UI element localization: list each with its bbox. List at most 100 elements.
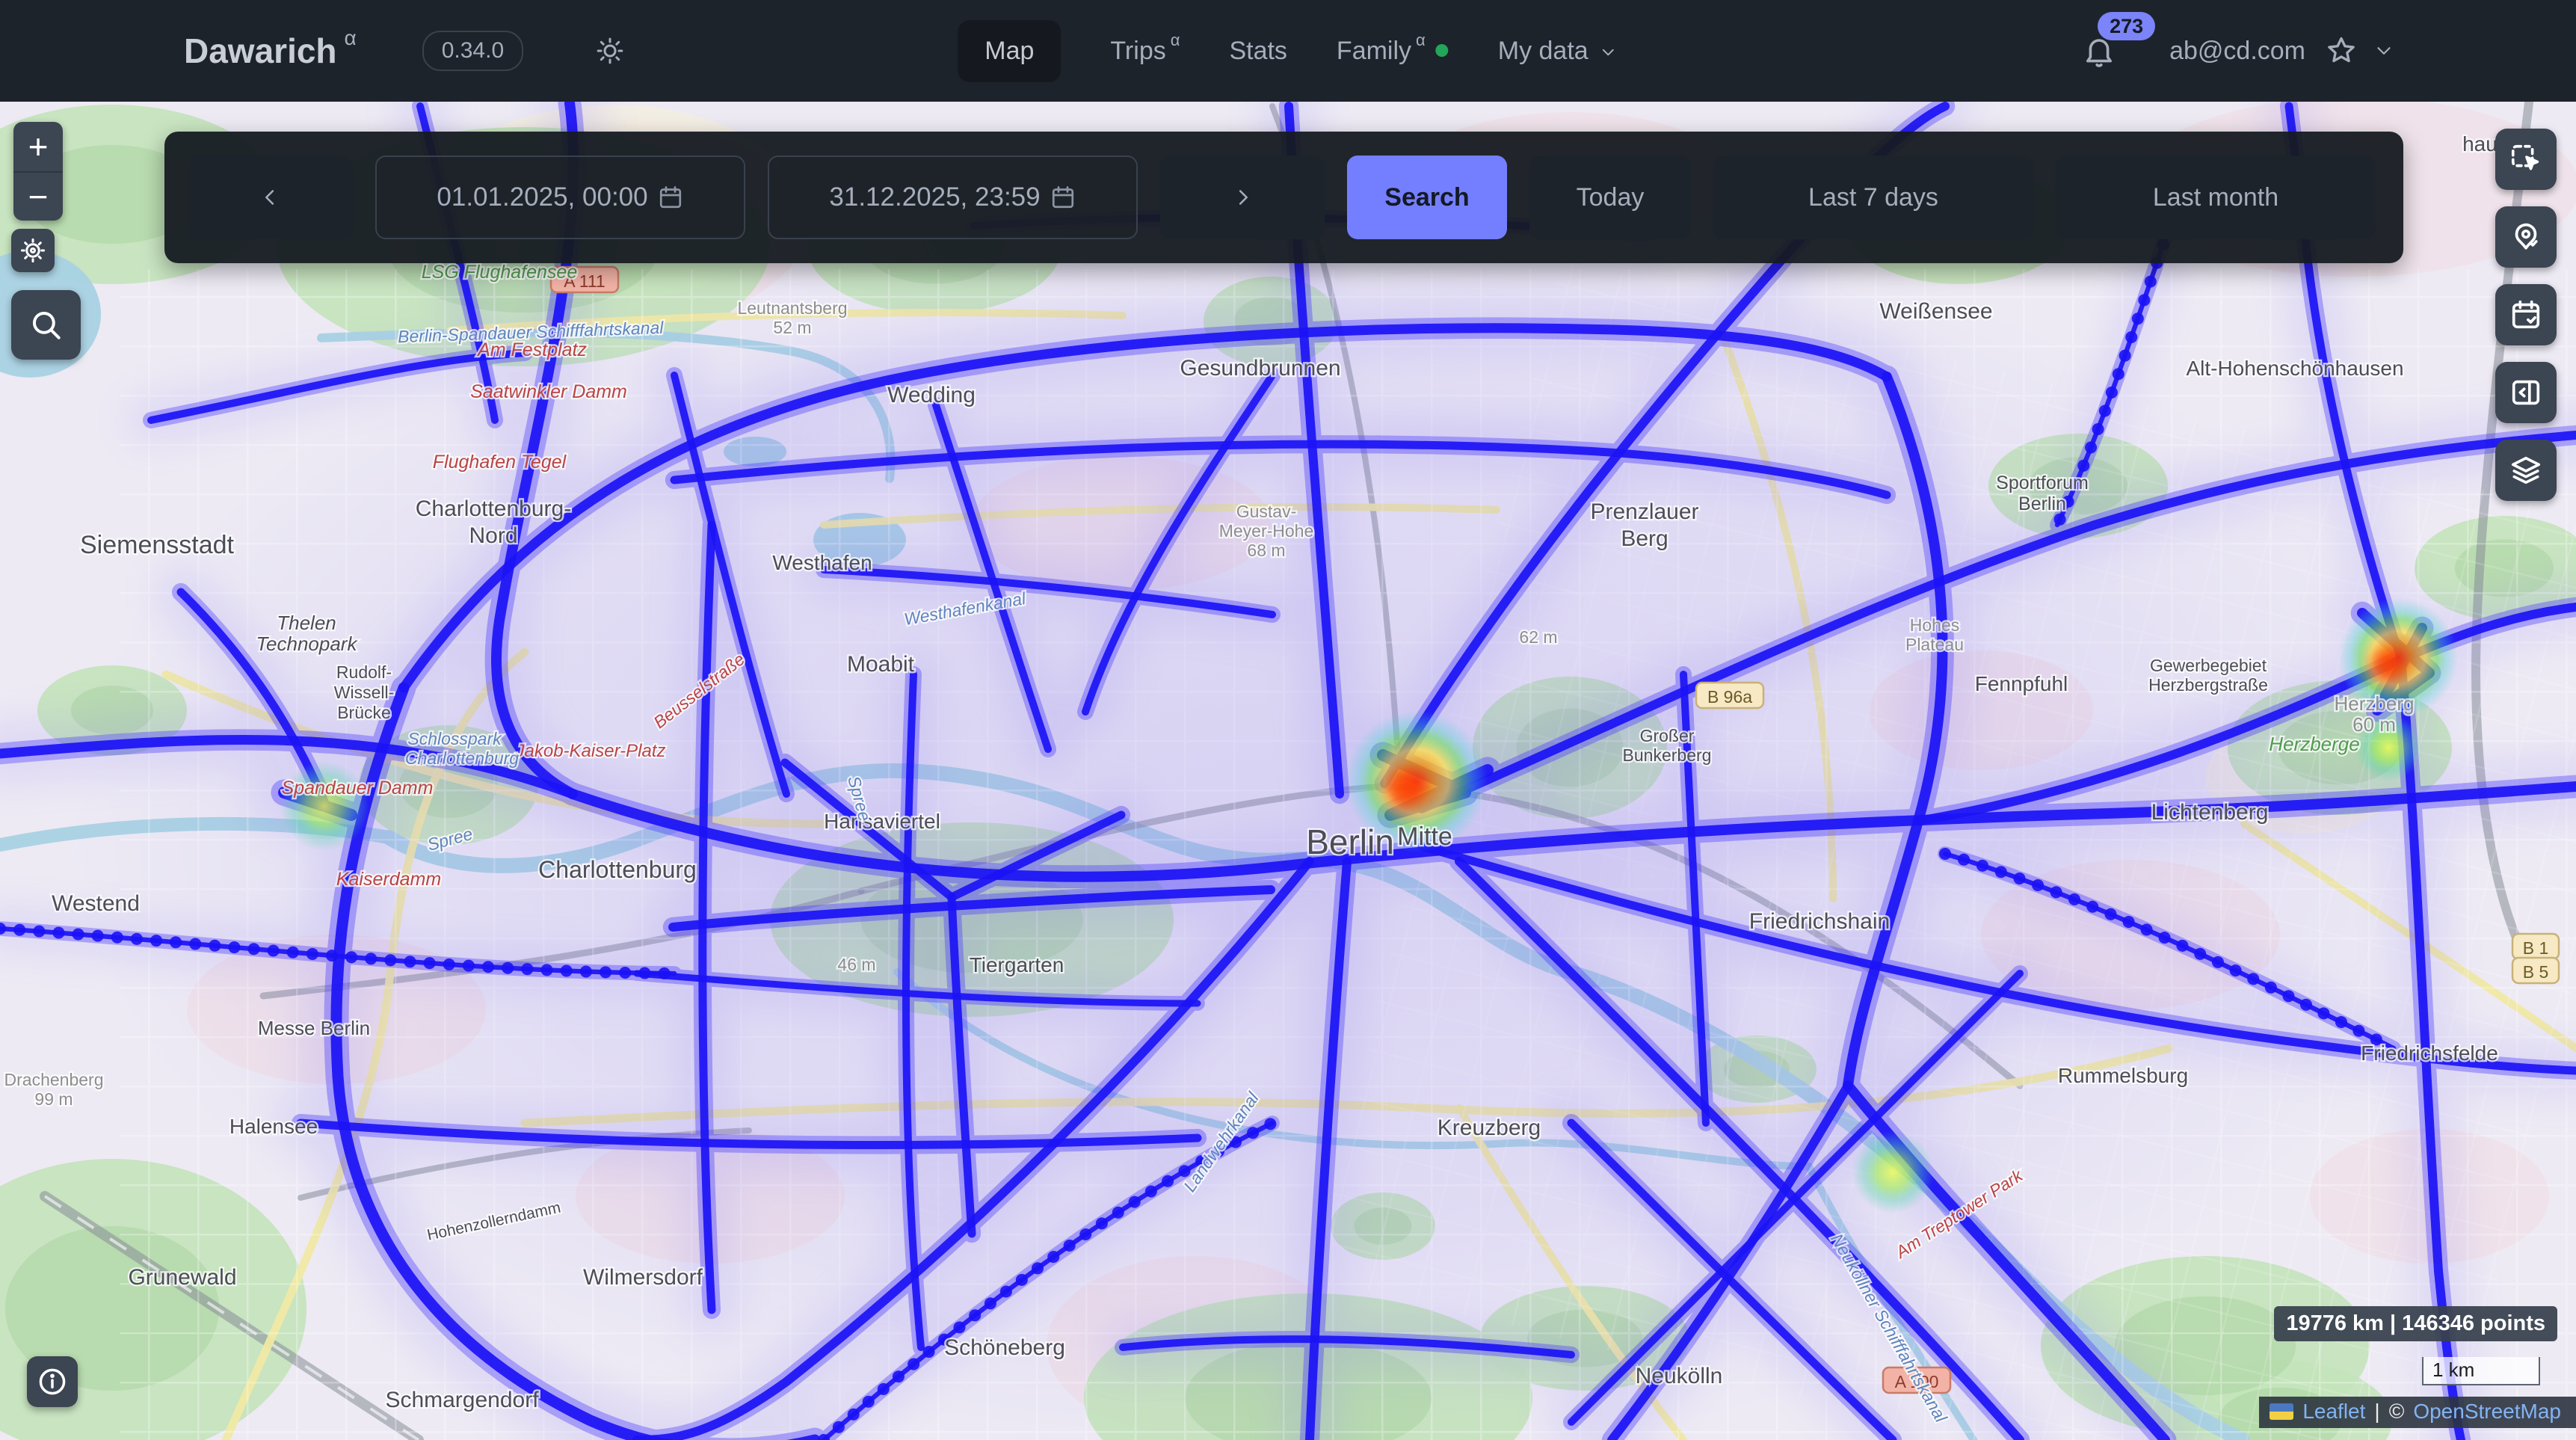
- map-label: Berlin: [2018, 493, 2066, 514]
- map-label: Halensee: [229, 1115, 318, 1138]
- star-icon[interactable]: [2325, 34, 2358, 67]
- leaflet-link[interactable]: Leaflet: [2302, 1400, 2365, 1424]
- panel-collapse-left-icon: [2509, 375, 2543, 410]
- map-settings-button[interactable]: [11, 229, 55, 272]
- last-7-days-button[interactable]: Last 7 days: [1713, 156, 2033, 239]
- calendar-panel-button[interactable]: [2495, 284, 2557, 345]
- chevron-down-icon: [1599, 43, 1618, 62]
- map-attribution: Leaflet | © OpenStreetMap: [2259, 1397, 2576, 1428]
- openstreetmap-link[interactable]: OpenStreetMap: [2413, 1400, 2561, 1424]
- map-label: 62 m: [1519, 627, 1557, 647]
- tab-family[interactable]: Family α: [1337, 37, 1449, 66]
- map-label: Flughafen Tegel: [433, 452, 567, 473]
- map-label: Berg: [1621, 526, 1668, 551]
- next-period-button[interactable]: [1160, 156, 1325, 239]
- tab-my-data[interactable]: My data: [1498, 37, 1618, 66]
- map-label: Hohes: [1910, 615, 1959, 635]
- map-label: 68 m: [1247, 541, 1285, 560]
- map-label: Kaiserdamm: [336, 869, 441, 890]
- top-navbar: Dawarich α 0.34.0 Map Trips α Stats Fami…: [0, 0, 2576, 102]
- map-label: Charlottenburg: [538, 856, 697, 883]
- info-icon: [36, 1365, 69, 1398]
- map-label: Herzberge: [2269, 733, 2359, 755]
- start-date-input[interactable]: 01.01.2025, 00:00: [375, 156, 745, 239]
- map-label: Wedding: [887, 383, 976, 407]
- nav-left-group: Dawarich α 0.34.0: [184, 31, 625, 71]
- app-logo[interactable]: Dawarich α: [184, 31, 357, 71]
- map-label: Gewerbegebiet: [2150, 656, 2267, 675]
- zoom-control: + −: [13, 122, 63, 221]
- map-label: 46 m: [837, 955, 875, 974]
- map-label: Bunkerberg: [1623, 745, 1712, 765]
- area-select-button[interactable]: [2495, 129, 2557, 190]
- map-label: Jakob-Kaiser-Platz: [515, 741, 666, 761]
- map-label: Drachenberg: [4, 1070, 104, 1089]
- start-date-value: 01.01.2025, 00:00: [437, 182, 647, 212]
- map-label: Tiergarten: [970, 953, 1064, 976]
- zoom-out-button[interactable]: −: [13, 171, 63, 221]
- previous-period-button[interactable]: [188, 156, 353, 239]
- notifications-button[interactable]: 273: [2081, 33, 2117, 69]
- map-label: Herzberg: [2335, 692, 2415, 715]
- map-label: Charlottenburg: [405, 748, 519, 768]
- last-month-button[interactable]: Last month: [2056, 156, 2376, 239]
- map-label: 99 m: [34, 1089, 73, 1109]
- tab-trips[interactable]: Trips α: [1110, 37, 1180, 66]
- marquee-pointer-icon: [2509, 142, 2543, 176]
- end-date-value: 31.12.2025, 23:59: [829, 182, 1040, 212]
- calendar-icon: [1050, 184, 1076, 211]
- map-label: Hansaviertel: [824, 810, 940, 833]
- map-info-button[interactable]: [27, 1356, 78, 1407]
- tab-map[interactable]: Map: [958, 20, 1061, 82]
- map-label: Kreuzberg: [1438, 1116, 1541, 1140]
- map-label: 52 m: [773, 318, 811, 337]
- map-label: Charlottenburg-: [416, 496, 571, 521]
- visited-places-button[interactable]: [2495, 206, 2557, 268]
- map-label: Großer: [1640, 726, 1695, 745]
- map-label: Thelen: [277, 612, 336, 634]
- map-label: Spandauer Damm: [282, 778, 434, 799]
- map-label: Moabit: [847, 652, 915, 677]
- tab-map-label: Map: [985, 37, 1034, 66]
- map-label: Grunewald: [128, 1265, 236, 1290]
- tab-stats-label: Stats: [1229, 37, 1287, 66]
- tab-trips-label: Trips: [1110, 37, 1165, 66]
- tab-stats[interactable]: Stats: [1229, 37, 1287, 66]
- map-label: Neukölln: [1636, 1364, 1723, 1388]
- map-label: Rummelsburg: [2058, 1064, 2188, 1087]
- map-label: Herzbergstraße: [2148, 675, 2268, 695]
- map-label: Gesundbrunnen: [1180, 356, 1340, 381]
- map-label: Schöneberg: [944, 1335, 1065, 1360]
- layers-icon: [2509, 453, 2543, 487]
- search-button[interactable]: Search: [1347, 156, 1507, 239]
- map-label: Leutnantsberg: [737, 298, 847, 318]
- today-button[interactable]: Today: [1529, 156, 1691, 239]
- distance-points-stats: 19776 km | 146346 points: [2274, 1306, 2557, 1341]
- calendar-check-icon: [2509, 298, 2543, 332]
- toggle-panel-button[interactable]: [2495, 362, 2557, 423]
- map-label: Wissell-: [334, 683, 395, 702]
- end-date-input[interactable]: 31.12.2025, 23:59: [768, 156, 1138, 239]
- map-label: Schmargendorf: [385, 1388, 539, 1412]
- map-label: Brücke: [337, 703, 391, 722]
- ukraine-flag-icon: [2270, 1403, 2293, 1420]
- calendar-icon: [657, 184, 684, 211]
- user-email[interactable]: ab@cd.com: [2169, 37, 2305, 66]
- theme-toggle-sun-icon[interactable]: [595, 36, 625, 66]
- map-label: Lichtenberg: [2151, 800, 2269, 825]
- map-label: Fennpfuhl: [1975, 672, 2068, 695]
- map-label: Sportforum: [1996, 473, 2089, 493]
- layers-button[interactable]: [2495, 440, 2557, 501]
- svg-text:B 1: B 1: [2523, 938, 2549, 958]
- location-pin-check-icon: [2509, 220, 2543, 254]
- date-filter-bar: 01.01.2025, 00:00 31.12.2025, 23:59 Sear…: [164, 132, 2403, 263]
- map-label: Schlosspark: [407, 729, 502, 748]
- zoom-in-button[interactable]: +: [13, 122, 63, 171]
- map-label: Meyer-Hohe: [1219, 521, 1314, 541]
- tab-my-data-label: My data: [1498, 37, 1589, 66]
- map-search-button[interactable]: [11, 290, 81, 360]
- map-label: Technopark: [256, 633, 359, 655]
- user-menu-chevron-icon[interactable]: [2373, 40, 2395, 62]
- alpha-sup: α: [1416, 31, 1426, 50]
- alpha-sup: α: [345, 26, 357, 50]
